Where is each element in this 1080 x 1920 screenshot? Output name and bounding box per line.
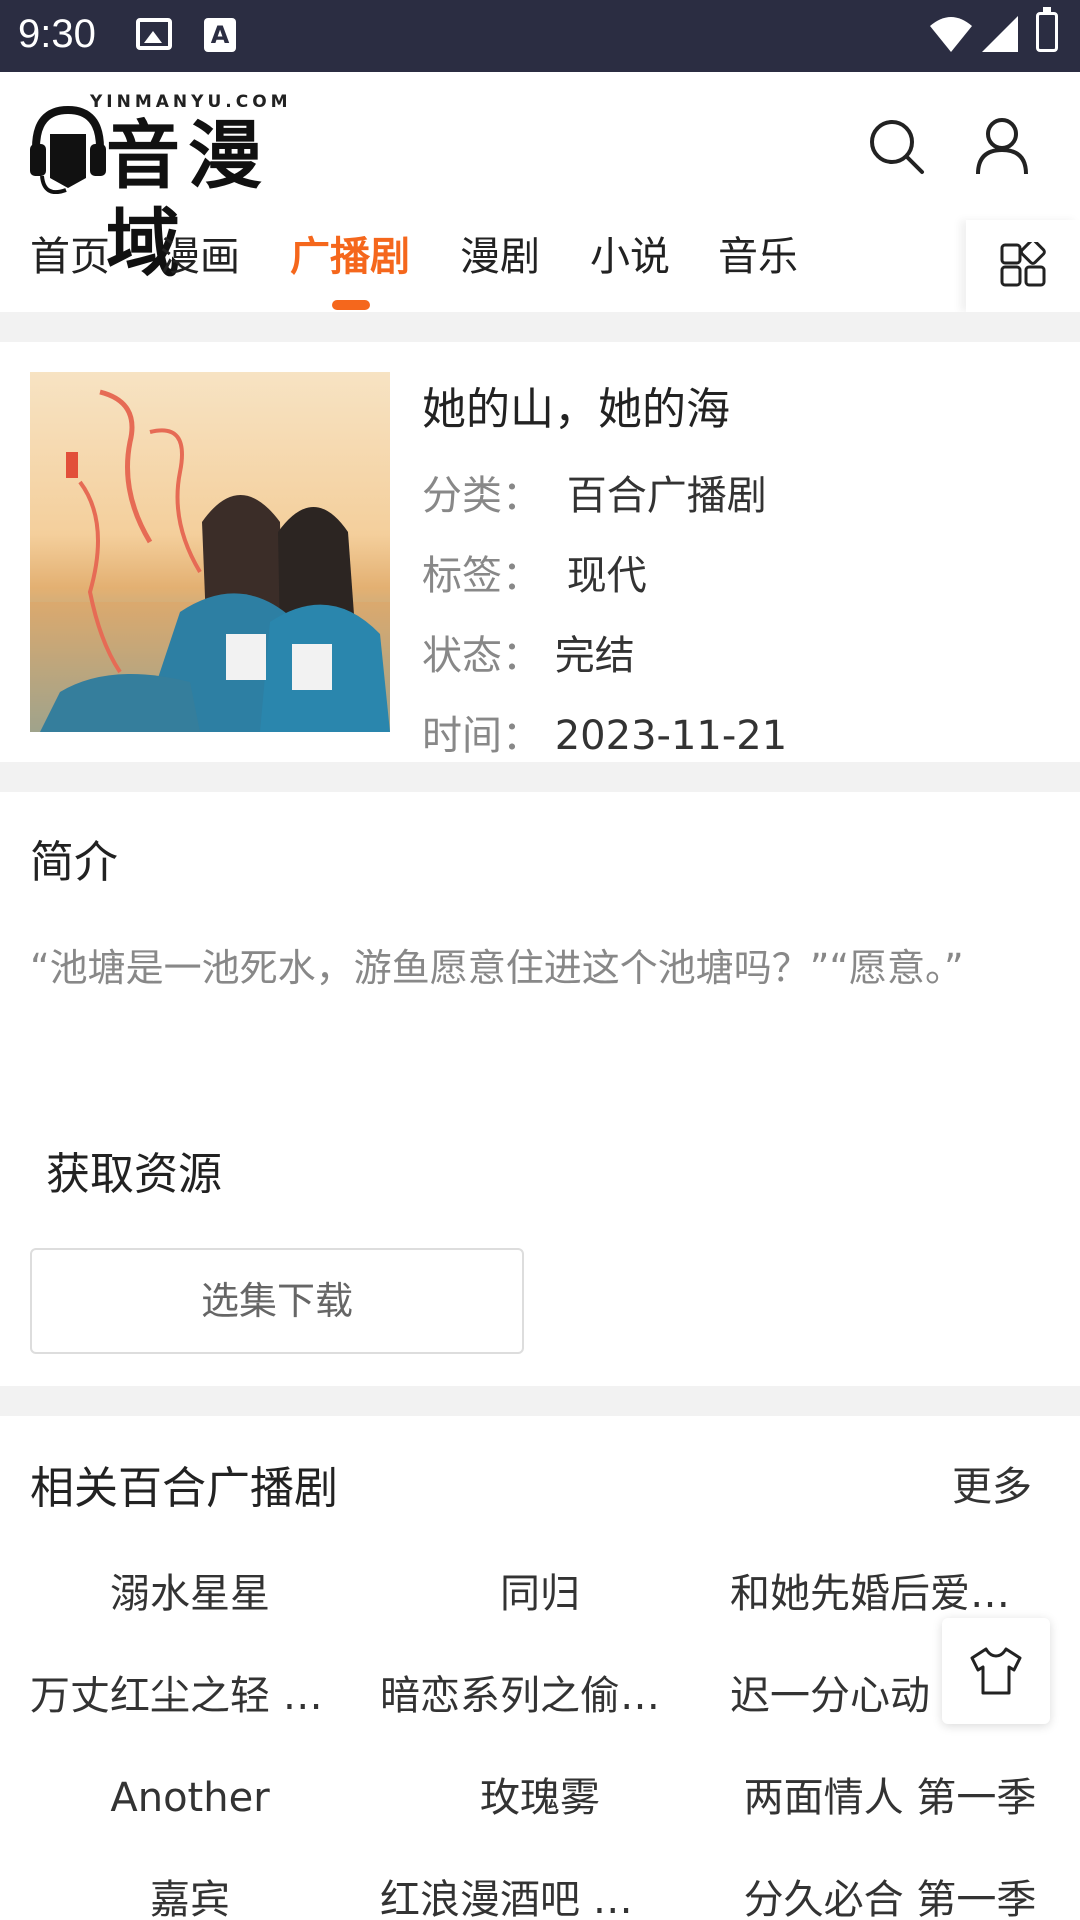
tab-novels[interactable]: 小说: [590, 224, 670, 282]
time-value: 2023-11-21: [554, 713, 788, 759]
search-icon[interactable]: [864, 114, 928, 178]
related-item[interactable]: 暗恋系列之偷…: [380, 1668, 670, 1724]
cover-illustration: [30, 389, 390, 732]
related-section: 相关百合广播剧 更多 溺水星星 同归 和她先婚后爱… 万丈红尘之轻 … 暗恋系列…: [0, 1416, 1080, 1920]
status-value: 完结: [554, 633, 635, 679]
tab-comic-drama[interactable]: 漫剧: [460, 224, 540, 282]
time-label: 时间：: [422, 713, 542, 759]
status-time: 9:30: [18, 12, 96, 56]
status-label: 状态：: [422, 633, 542, 679]
grid-menu-icon: [1000, 242, 1046, 287]
tags-label: 标签：: [422, 553, 542, 599]
category-row: 分类： 百合广播剧: [422, 472, 1062, 520]
app-header: YINMANYU.COM 音漫域 首页 漫画 广播剧 漫剧 小说 音乐: [0, 72, 1080, 312]
related-item[interactable]: 玫瑰雾: [380, 1770, 700, 1826]
related-item[interactable]: Another: [30, 1770, 350, 1826]
drama-info: 她的山，她的海 分类： 百合广播剧 标签： 现代 状态： 完结 时间： 2023…: [422, 380, 1062, 760]
divider: [0, 762, 1080, 792]
related-item[interactable]: 嘉宾: [30, 1872, 350, 1920]
tags-row: 标签： 现代: [422, 552, 1062, 600]
wifi-icon: [930, 17, 972, 52]
more-link[interactable]: 更多: [952, 1454, 1032, 1512]
user-icon[interactable]: [970, 114, 1034, 178]
related-item[interactable]: 同归: [380, 1566, 700, 1622]
tab-home[interactable]: 首页: [30, 224, 110, 282]
tab-radio-drama[interactable]: 广播剧: [290, 224, 410, 282]
gallery-icon: [136, 18, 172, 50]
drama-cover-image[interactable]: [30, 372, 390, 732]
intro-heading: 简介: [30, 837, 118, 888]
related-heading: 相关百合广播剧: [30, 1463, 338, 1514]
status-bar: 9:30 A: [0, 0, 1080, 72]
drama-detail-card: 她的山，她的海 分类： 百合广播剧 标签： 现代 状态： 完结 时间： 2023…: [0, 342, 1080, 762]
resource-heading: 获取资源: [46, 1149, 222, 1200]
related-item[interactable]: 红浪漫酒吧 第…: [380, 1872, 670, 1920]
related-item[interactable]: 溺水星星: [30, 1566, 350, 1622]
logo-site-text: YINMANYU.COM: [90, 92, 292, 112]
signal-icon: [982, 16, 1018, 52]
category-tabs: 首页 漫画 广播剧 漫剧 小说 音乐: [0, 220, 1080, 312]
status-row: 状态： 完结: [422, 632, 1062, 680]
category-grid-button[interactable]: [966, 220, 1080, 312]
category-label: 分类：: [422, 473, 542, 519]
battery-icon: [1036, 7, 1058, 52]
tshirt-icon: [970, 1647, 1022, 1695]
related-item[interactable]: 分久必合 第一季: [730, 1872, 1050, 1920]
site-logo[interactable]: YINMANYU.COM 音漫域: [28, 90, 328, 287]
tab-comics[interactable]: 漫画: [160, 224, 240, 282]
related-item[interactable]: 和她先婚后爱…: [730, 1566, 1020, 1622]
time-row: 时间： 2023-11-21: [422, 712, 1062, 760]
active-tab-indicator: [332, 300, 370, 310]
intro-section: 简介 “池塘是一池死水，游鱼愿意住进这个池塘吗？”“愿意。” 获取资源 选集下载: [0, 792, 1080, 1386]
drama-title: 她的山，她的海: [422, 384, 730, 435]
theme-skin-button[interactable]: [942, 1618, 1050, 1724]
keyboard-a-icon: A: [204, 18, 236, 52]
category-value[interactable]: 百合广播剧: [567, 473, 767, 519]
intro-description: “池塘是一池死水，游鱼愿意住进这个池塘吗？”“愿意。”: [30, 946, 964, 990]
tags-value[interactable]: 现代: [567, 553, 647, 599]
episode-download-button[interactable]: 选集下载: [30, 1248, 524, 1354]
tab-music[interactable]: 音乐: [718, 224, 798, 282]
headphone-logo-icon: [30, 105, 106, 194]
related-item[interactable]: 两面情人 第一季: [730, 1770, 1050, 1826]
related-item[interactable]: 万丈红尘之轻 …: [30, 1668, 330, 1724]
divider: [0, 312, 1080, 342]
divider: [0, 1386, 1080, 1416]
